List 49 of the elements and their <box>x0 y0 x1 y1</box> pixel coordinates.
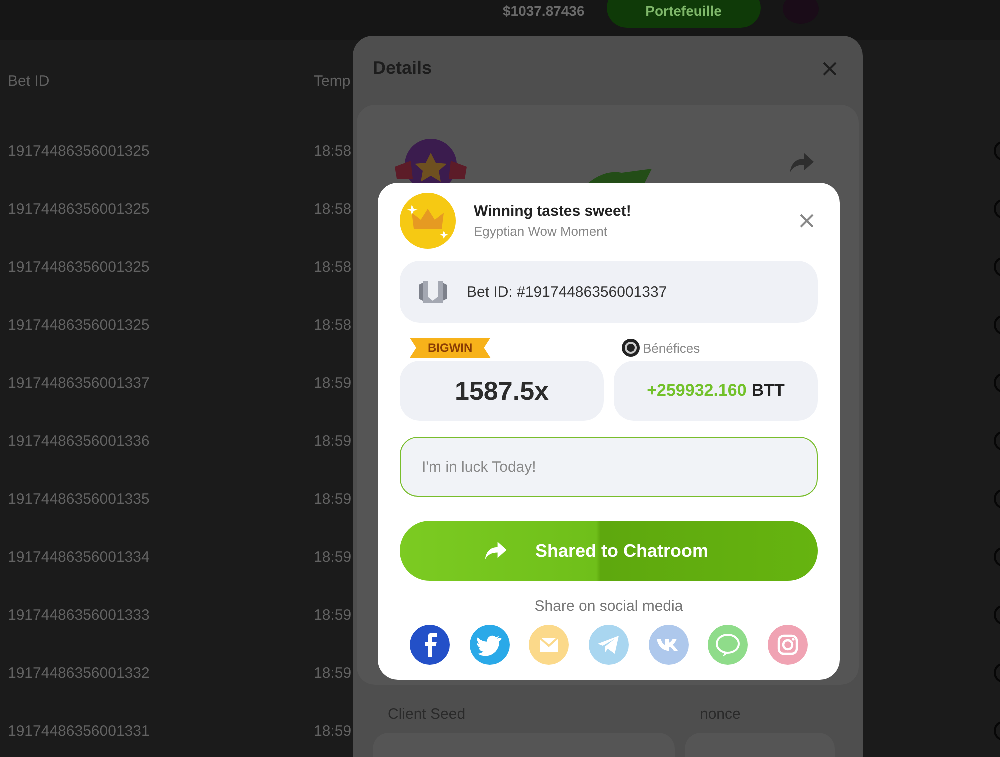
social-share-label: Share on social media <box>534 598 684 615</box>
bet-id-cell-text: 19174486356001332 <box>8 664 151 682</box>
multiplier-value: 1587.5x <box>455 376 549 406</box>
time-cell: 18:59 <box>314 374 352 392</box>
time-cell: 18:59 <box>314 606 352 624</box>
email-share-icon[interactable] <box>529 625 570 665</box>
time-cell: 18:58 <box>314 142 352 160</box>
time-cell: 18:59 <box>314 664 352 682</box>
close-icon[interactable] <box>800 214 814 228</box>
balance-amount: $1037.87436 <box>503 3 585 19</box>
popup-title: Winning tastes sweet! <box>474 203 632 220</box>
popup-subtitle: Egyptian Wow Moment <box>474 224 608 239</box>
time-cell: 18:59 <box>314 432 352 450</box>
bet-id-cell-text: 19174486356001336 <box>8 432 151 450</box>
message-input[interactable]: I'm in luck Today! <box>400 437 818 497</box>
column-header: Bet ID <box>8 72 51 90</box>
bet-id-cell-text: 19174486356001325 <box>8 258 151 276</box>
time-cell: 18:59 <box>314 722 352 740</box>
bigwin-ribbon: BIGWIN <box>410 338 491 358</box>
profit-amount: +259932.160 <box>647 381 747 401</box>
bet-id-cell-text: 19174486356001334 <box>8 548 151 566</box>
currency-label: BTT <box>752 381 785 401</box>
crown-coin-icon <box>400 193 456 249</box>
bet-id-cell-text: 19174486356001325 <box>8 200 151 218</box>
coin-icon <box>622 339 640 357</box>
time-cell: 18:58 <box>314 316 352 334</box>
bet-id-cell-text: 19174486356001325 <box>8 316 151 334</box>
bet-id-cell-text: 19174486356001335 <box>8 490 151 508</box>
close-icon[interactable] <box>822 60 838 76</box>
time-cell: 18:58 <box>314 258 352 276</box>
time-cell: 18:59 <box>314 548 352 566</box>
bet-id-text: Bet ID: #19174486356001337 <box>467 284 668 300</box>
facebook-share-icon[interactable] <box>410 625 450 665</box>
profit-label: Bénéfices <box>643 340 700 356</box>
bet-id-cell-text: 19174486356001337 <box>8 374 151 392</box>
share-icon <box>485 542 508 560</box>
telegram-share-icon[interactable] <box>588 625 629 665</box>
vk-share-icon[interactable] <box>648 625 689 665</box>
twitter-share-icon[interactable] <box>470 625 510 665</box>
time-cell: 18:59 <box>314 490 352 508</box>
bet-id-cell-text: 19174486356001325 <box>8 142 151 160</box>
time-cell: 18:58 <box>314 200 352 218</box>
instagram-share-icon[interactable] <box>768 625 808 665</box>
wallet-button[interactable]: Portefeuille <box>606 0 761 28</box>
column-header: Temp <box>314 72 351 90</box>
share-icon[interactable] <box>790 153 814 173</box>
bet-id-cell-text: 19174486356001331 <box>8 722 151 740</box>
bet-id-cell-text: 19174486356001333 <box>8 606 151 624</box>
share-to-chatroom-button[interactable]: Shared to Chatroom <box>400 521 818 581</box>
